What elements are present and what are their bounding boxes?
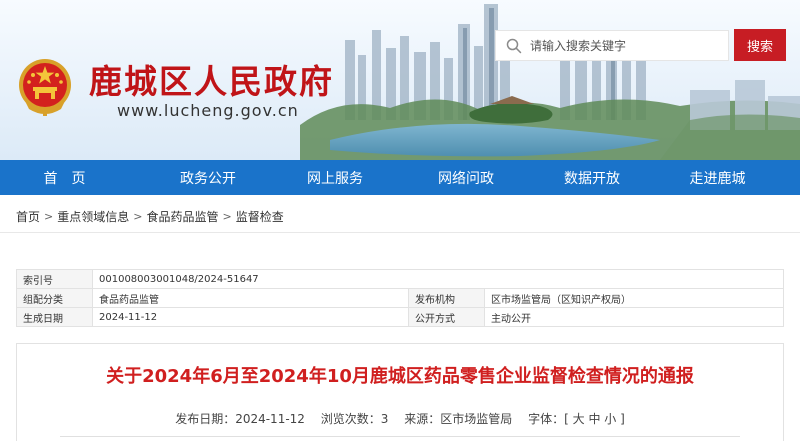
header-banner: 鹿城区人民政府 www.lucheng.gov.cn 搜索 xyxy=(0,0,800,160)
font-size-end: ] xyxy=(620,412,625,426)
font-size-medium-button[interactable]: 中 xyxy=(588,412,600,426)
article-meta: 发布日期：2024-11-12 浏览次数：3 来源：区市场监管局 字体：[ 大 … xyxy=(0,410,800,427)
font-size-small-button[interactable]: 小 xyxy=(604,412,616,426)
breadcrumb-food-drug[interactable]: 食品药品监管 xyxy=(146,208,218,225)
page: 鹿城区人民政府 www.lucheng.gov.cn 搜索 首 页 政务公开 网… xyxy=(0,0,800,441)
font-size-control: 字体：[ 大 中 小 ] xyxy=(528,412,625,426)
meta-row: 生成日期 2024-11-12 公开方式 主动公开 xyxy=(16,307,784,327)
nav-item-home[interactable]: 首 页 xyxy=(0,160,129,195)
nav-item-open-data[interactable]: 数据开放 xyxy=(549,160,635,195)
search-button[interactable]: 搜索 xyxy=(734,29,786,61)
nav-item-about-lucheng[interactable]: 走进鹿城 xyxy=(635,160,800,195)
breadcrumb-divider xyxy=(0,232,800,233)
meta-index-label: 索引号 xyxy=(16,269,93,289)
meta-mode-value: 主动公开 xyxy=(484,307,784,327)
nav-item-government-affairs[interactable]: 政务公开 xyxy=(129,160,287,195)
main-nav: 首 页 政务公开 网上服务 网络问政 数据开放 走进鹿城 xyxy=(0,160,800,195)
search-box xyxy=(495,30,729,61)
meta-category-label: 组配分类 xyxy=(16,288,93,308)
meta-publisher-label: 发布机构 xyxy=(408,288,485,308)
meta-index-value: 001008003001048/2024-51647 xyxy=(92,269,784,289)
meta-publisher-value: 区市场监管局（区知识产权局） xyxy=(484,288,784,308)
breadcrumb: 首页 > 重点领域信息 > 食品药品监管 > 监督检查 xyxy=(16,208,284,225)
site-domain: www.lucheng.gov.cn xyxy=(117,101,299,120)
national-emblem-icon xyxy=(19,59,71,116)
chevron-right-icon: > xyxy=(133,210,143,223)
nav-item-online-inquiry[interactable]: 网络问政 xyxy=(383,160,549,195)
breadcrumb-inspection[interactable]: 监督检查 xyxy=(236,208,284,225)
article-views: 浏览次数：3 xyxy=(320,412,389,426)
article-title: 关于2024年6月至2024年10月鹿城区药品零售企业监督检查情况的通报 xyxy=(106,366,694,387)
article-divider xyxy=(60,436,740,437)
font-size-label: 字体：[ xyxy=(528,412,569,426)
meta-date-label: 生成日期 xyxy=(16,307,93,327)
meta-row: 索引号 001008003001048/2024-51647 xyxy=(16,269,784,289)
nav-item-online-services[interactable]: 网上服务 xyxy=(287,160,383,195)
article-source: 来源：区市场监管局 xyxy=(404,412,513,426)
font-size-large-button[interactable]: 大 xyxy=(573,412,585,426)
breadcrumb-home[interactable]: 首页 xyxy=(16,208,40,225)
meta-mode-label: 公开方式 xyxy=(408,307,485,327)
article-publish-date: 发布日期：2024-11-12 xyxy=(175,412,305,426)
meta-row: 组配分类 食品药品监管 发布机构 区市场监管局（区知识产权局） xyxy=(16,288,784,308)
search-input[interactable] xyxy=(530,38,720,53)
meta-date-value: 2024-11-12 xyxy=(92,307,409,327)
search-icon xyxy=(506,38,522,53)
breadcrumb-key-areas[interactable]: 重点领域信息 xyxy=(57,208,129,225)
meta-category-value: 食品药品监管 xyxy=(92,288,409,308)
site-title[interactable]: 鹿城区人民政府 xyxy=(89,62,334,102)
chevron-right-icon: > xyxy=(44,210,54,223)
chevron-right-icon: > xyxy=(222,210,232,223)
document-meta-table: 索引号 001008003001048/2024-51647 组配分类 食品药品… xyxy=(16,269,784,327)
